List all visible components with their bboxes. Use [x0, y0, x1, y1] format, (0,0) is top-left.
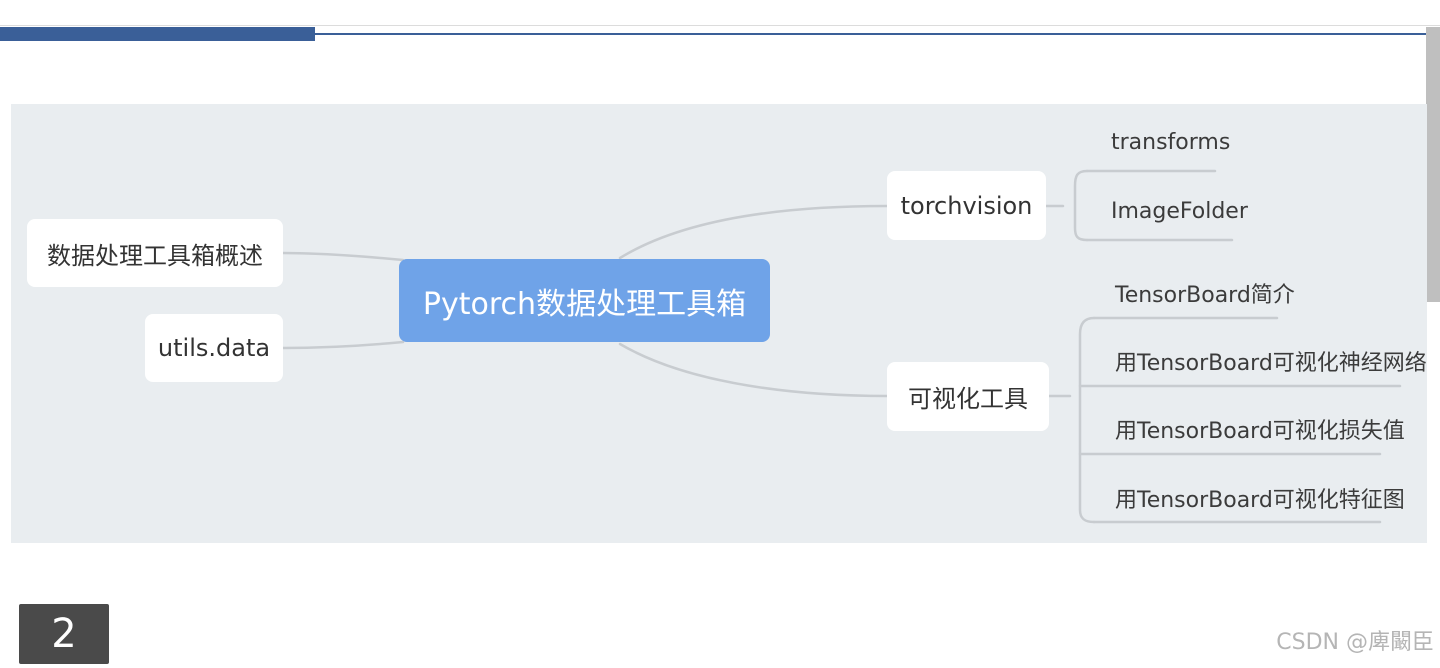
connector-left-1: [281, 251, 405, 262]
left-node-overview-label: 数据处理工具箱概述: [47, 241, 263, 270]
right-node-torchvision-label: torchvision: [900, 191, 1033, 220]
connector-right-2: [618, 342, 889, 398]
right-node-visualization[interactable]: 可视化工具: [887, 362, 1049, 431]
page-number-badge: 2: [19, 604, 109, 664]
left-node-overview[interactable]: 数据处理工具箱概述: [27, 219, 283, 287]
right-node-torchvision[interactable]: torchvision: [887, 171, 1046, 240]
right-node-visualization-label: 可视化工具: [908, 385, 1028, 413]
connector-torchvision-bracket: [1044, 169, 1089, 242]
connector-right-1: [618, 204, 889, 260]
left-node-utils-data-label: utils.data: [157, 334, 271, 362]
connector-left-2: [281, 340, 405, 350]
leaf-tensorboard-loss[interactable]: 用TensorBoard可视化损失值: [1115, 413, 1405, 445]
leaf-imagefolder[interactable]: ImageFolder: [1111, 199, 1248, 224]
leaf-tensorboard-feature-map[interactable]: 用TensorBoard可视化特征图: [1115, 482, 1405, 514]
watermark: CSDN @庳闞臣: [1276, 630, 1434, 655]
leaf-transforms[interactable]: transforms: [1111, 130, 1230, 155]
connector-viz-bracket: [1047, 316, 1096, 524]
page-number: 2: [51, 611, 77, 657]
leaf-tensorboard-intro[interactable]: TensorBoard简介: [1115, 277, 1295, 309]
left-node-utils-data[interactable]: utils.data: [145, 314, 283, 382]
root-node[interactable]: Pytorch数据处理工具箱: [399, 259, 770, 342]
root-node-label: Pytorch数据处理工具箱: [422, 286, 747, 322]
leaf-tensorboard-network[interactable]: 用TensorBoard可视化神经网络: [1115, 345, 1427, 377]
